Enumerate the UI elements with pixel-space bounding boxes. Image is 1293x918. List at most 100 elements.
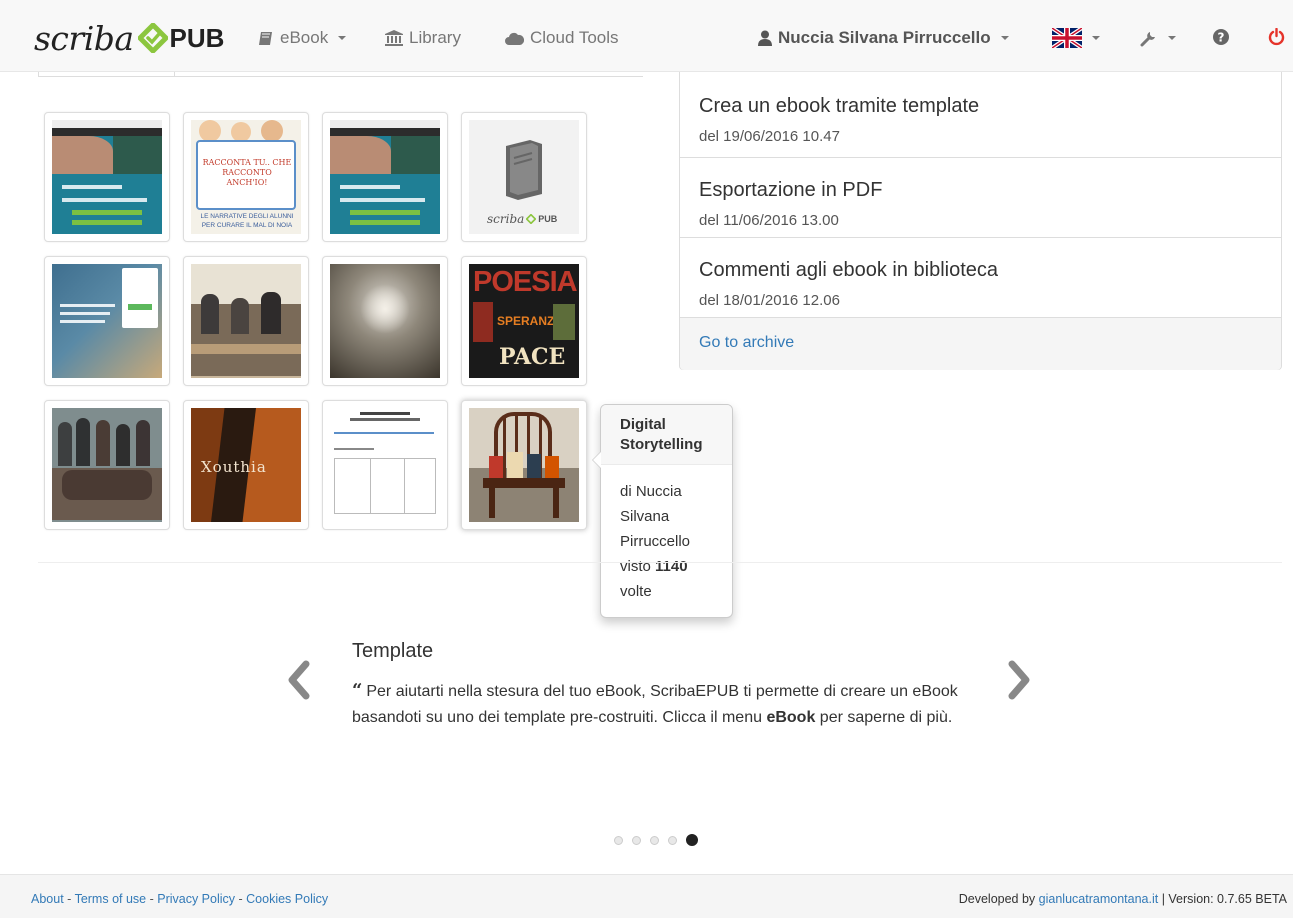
book-placeholder-icon	[506, 140, 542, 200]
carousel-indicators	[614, 834, 698, 846]
version-text: | Version: 0.7.65 BETA	[1161, 892, 1287, 906]
brand-script-text: scriba	[34, 18, 134, 58]
ebook-thumbnail[interactable]	[44, 112, 170, 242]
ebook-thumbnail[interactable]	[183, 256, 309, 386]
ebook-cover-image: POESIA SPERANZA PACE	[469, 264, 579, 378]
ebook-thumbnail[interactable]	[44, 256, 170, 386]
brand-diamond-icon	[526, 214, 537, 224]
popover-title: Digital Storytelling	[601, 405, 732, 465]
carousel-title: Template	[352, 640, 434, 662]
footer-links: About - Terms of use - Privacy Policy - …	[31, 892, 329, 906]
chevron-right-icon[interactable]	[1004, 660, 1034, 700]
carousel-text: “Per aiutarti nella stesura del tuo eBoo…	[352, 678, 970, 731]
placeholder-logo-pub: PUB	[538, 214, 558, 224]
ebook-cover-image	[52, 264, 162, 378]
news-list: Crea un ebook tramite template del 19/06…	[679, 72, 1282, 370]
news-item[interactable]: Commenti agli ebook in biblioteca del 18…	[680, 238, 1281, 318]
popover-view-count: 1140	[655, 558, 688, 575]
nav-user-label: Nuccia Silvana Pirruccello	[778, 28, 991, 47]
chevron-down-icon	[1168, 36, 1176, 40]
chevron-left-icon[interactable]	[284, 660, 314, 700]
ebook-cover-image	[52, 120, 162, 234]
ebook-thumbnail[interactable]: scriba PUB	[461, 112, 587, 242]
footer: About - Terms of use - Privacy Policy - …	[0, 874, 1293, 918]
ebook-thumbnail[interactable]	[322, 256, 448, 386]
brand-logo[interactable]: scriba PUB	[34, 18, 224, 58]
ebook-cover-image	[52, 408, 162, 522]
popover-content: di Nuccia Silvana Pirruccello visto 1140…	[601, 465, 732, 614]
news-title: Crea un ebook tramite template	[699, 95, 980, 117]
nav-tools-menu[interactable]	[1140, 29, 1176, 47]
chevron-down-icon	[338, 36, 347, 40]
user-icon	[758, 30, 772, 46]
about-link[interactable]: About	[31, 892, 64, 906]
uk-flag-icon	[1052, 28, 1082, 48]
popover-visto: visto	[620, 558, 651, 575]
ebook-thumbnail[interactable]: Xouthia	[183, 400, 309, 530]
quote-icon: “	[352, 680, 362, 701]
carousel-dot[interactable]	[632, 835, 641, 845]
news-list-footer: Go to archive	[680, 318, 1281, 370]
xouthia-title: Xouthia	[201, 458, 267, 476]
carousel-dot[interactable]	[614, 835, 623, 845]
power-icon	[1268, 28, 1285, 46]
nav-language-menu[interactable]	[1052, 28, 1100, 48]
ebook-cover-image	[330, 120, 440, 234]
navbar: scriba PUB eBook Library Cloud Tools Nuc…	[0, 0, 1293, 72]
section-divider	[38, 562, 1282, 563]
carousel-dot-active[interactable]	[686, 834, 698, 846]
nav-user-menu[interactable]: Nuccia Silvana Pirruccello	[758, 28, 1009, 48]
brand-pub-text: PUB	[169, 22, 225, 53]
news-date: del 11/06/2016 13.00	[699, 212, 839, 229]
placeholder-logo: scriba PUB	[487, 212, 557, 226]
privacy-link[interactable]: Privacy Policy	[157, 892, 235, 906]
carousel-dot[interactable]	[650, 835, 659, 845]
brand-diamond-icon	[137, 23, 168, 53]
popover-volte: volte	[620, 583, 652, 600]
news-title: Commenti agli ebook in biblioteca	[699, 259, 999, 281]
go-to-archive-link[interactable]: Go to archive	[699, 334, 794, 351]
ebook-thumbnail[interactable]	[322, 400, 448, 530]
ebook-cover-image: Xouthia	[191, 408, 301, 522]
carousel-text-bold: eBook	[766, 709, 816, 726]
popover-arrow	[592, 451, 601, 469]
carousel-text-after: per saperne di più.	[819, 709, 953, 726]
chevron-down-icon	[1092, 36, 1100, 40]
ebook-cover-image: RACCONTA TU.. CHE RACCONTO ANCH'IO! LE N…	[191, 120, 301, 234]
poesia-word: PACE	[499, 344, 566, 370]
ebook-cover-image: scriba PUB	[469, 120, 579, 234]
ebook-thumbnail[interactable]: RACCONTA TU.. CHE RACCONTO ANCH'IO! LE N…	[183, 112, 309, 242]
footer-credits: Developed by gianlucatramontana.it | Ver…	[959, 892, 1287, 906]
news-item[interactable]: Crea un ebook tramite template del 19/06…	[680, 72, 1281, 158]
help-button[interactable]: ?	[1213, 29, 1229, 45]
nav-cloud-label: Cloud Tools	[530, 28, 619, 47]
news-title: Esportazione in PDF	[699, 179, 883, 201]
cookies-link[interactable]: Cookies Policy	[246, 892, 328, 906]
svg-text:?: ?	[1218, 31, 1225, 45]
placeholder-logo-script: scriba	[487, 212, 525, 226]
nav-ebook-label: eBook	[280, 28, 329, 47]
ebook-thumbnail-active[interactable]	[461, 400, 587, 530]
poesia-title: POESIA	[473, 266, 578, 298]
terms-link[interactable]: Terms of use	[75, 892, 147, 906]
ebook-cover-image	[330, 408, 440, 522]
nav-ebook[interactable]: eBook	[258, 28, 347, 48]
logout-button[interactable]	[1268, 28, 1285, 46]
nav-library[interactable]: Library	[385, 28, 461, 48]
developer-link[interactable]: gianlucatramontana.it	[1039, 892, 1159, 906]
ebook-thumbnail[interactable]	[322, 112, 448, 242]
ebook-cover-image	[469, 408, 579, 522]
book-icon	[259, 31, 272, 45]
ebook-thumbnail[interactable]	[44, 400, 170, 530]
ebook-info-popover: Digital Storytelling di Nuccia Silvana P…	[592, 404, 733, 618]
news-item[interactable]: Esportazione in PDF del 11/06/2016 13.00	[680, 158, 1281, 238]
nav-library-label: Library	[409, 28, 461, 47]
book-cover-caption: LE NARRATIVE DEGLI ALUNNI PER CURARE IL …	[200, 213, 294, 229]
developed-by-text: Developed by	[958, 892, 1036, 906]
chevron-down-icon	[1000, 36, 1009, 40]
carousel-dot[interactable]	[668, 835, 677, 845]
news-date: del 18/01/2016 12.06	[699, 292, 840, 309]
popover-author: di Nuccia Silvana Pirruccello	[620, 483, 691, 550]
nav-cloud-tools[interactable]: Cloud Tools	[505, 28, 619, 48]
ebook-thumbnail[interactable]: POESIA SPERANZA PACE	[461, 256, 587, 386]
